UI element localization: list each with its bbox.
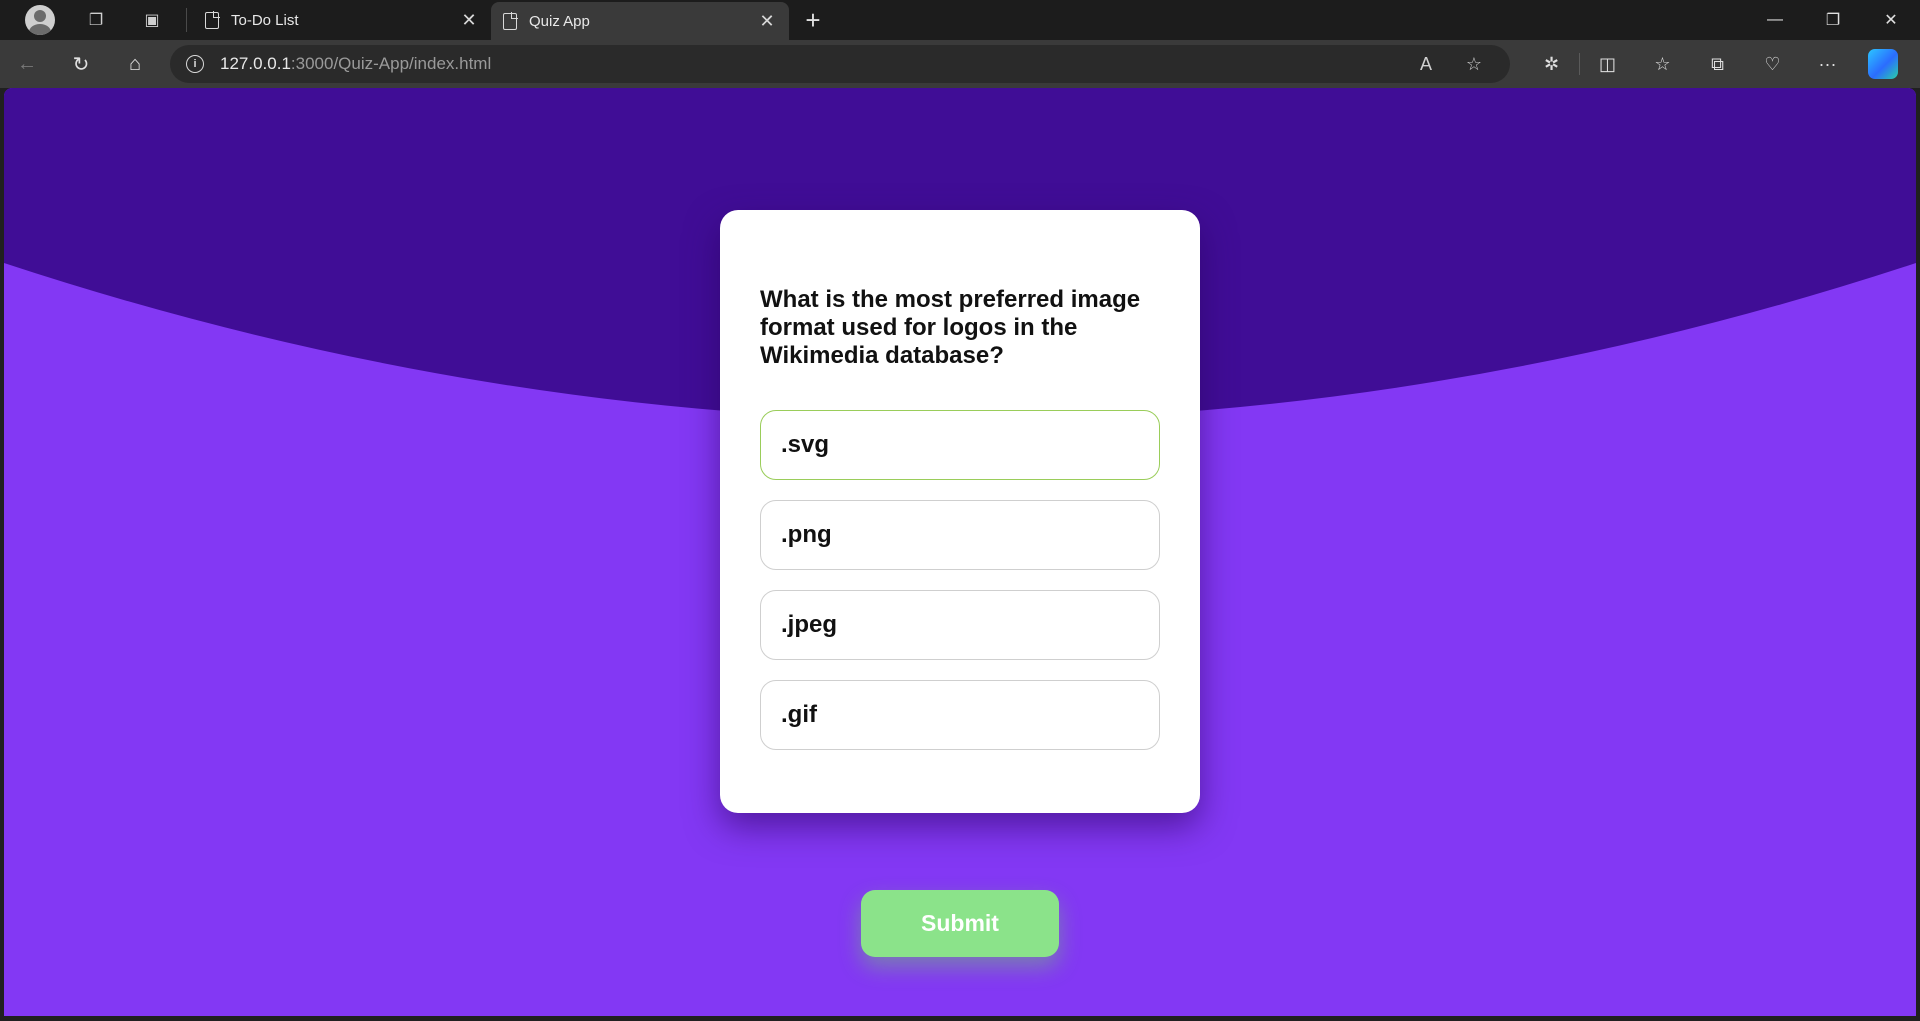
home-icon[interactable]: ⌂ (108, 44, 162, 84)
read-aloud-icon[interactable]: A (1406, 54, 1446, 75)
browser-toolbar: ← ↻ ⌂ i 127.0.0.1:3000/Quiz-App/index.ht… (0, 40, 1920, 88)
answer-option[interactable]: .gif (760, 680, 1160, 750)
close-tab-icon[interactable]: ✕ (757, 11, 777, 32)
tab-todo-list[interactable]: To-Do List ✕ (193, 2, 491, 38)
tab-title: Quiz App (529, 12, 590, 30)
browser-essentials-icon[interactable]: ♡ (1745, 44, 1800, 84)
answer-list: .svg .png .jpeg .gif (760, 410, 1160, 750)
profile-icon[interactable] (12, 0, 68, 40)
workspaces-icon[interactable]: ❐ (68, 0, 124, 40)
quiz-card: What is the most preferred image format … (720, 210, 1200, 813)
extensions-icon[interactable]: ✲ (1524, 44, 1579, 84)
minimize-icon[interactable]: — (1746, 0, 1804, 40)
refresh-icon[interactable]: ↻ (54, 44, 108, 84)
copilot-icon[interactable] (1855, 44, 1910, 84)
submit-button[interactable]: Submit (861, 890, 1059, 957)
tab-title: To-Do List (231, 11, 299, 29)
close-window-icon[interactable]: ✕ (1862, 0, 1920, 40)
back-icon[interactable]: ← (0, 44, 54, 84)
collections-icon[interactable]: ⧉ (1690, 44, 1745, 84)
divider (186, 8, 187, 32)
site-info-icon[interactable]: i (186, 55, 204, 73)
page-icon (205, 10, 220, 29)
answer-option[interactable]: .jpeg (760, 590, 1160, 660)
close-tab-icon[interactable]: ✕ (459, 10, 479, 31)
browser-title-bar: ❐ ▣ To-Do List ✕ Quiz App ✕ + — ❐ ✕ (0, 0, 1920, 40)
answer-option[interactable]: .svg (760, 410, 1160, 480)
answer-option[interactable]: .png (760, 500, 1160, 570)
more-icon[interactable]: ··· (1800, 44, 1855, 84)
new-tab-button[interactable]: + (789, 0, 837, 40)
question-text: What is the most preferred image format … (760, 286, 1141, 369)
page-icon (503, 11, 518, 30)
restore-icon[interactable]: ❐ (1804, 0, 1862, 40)
favorites-icon[interactable]: ☆ (1635, 44, 1690, 84)
address-bar[interactable]: i 127.0.0.1:3000/Quiz-App/index.html A ☆ (170, 45, 1510, 83)
page-viewport: What is the most preferred image format … (4, 88, 1916, 1016)
tab-actions-icon[interactable]: ▣ (124, 0, 180, 40)
favorite-star-icon[interactable]: ☆ (1454, 54, 1494, 75)
tab-quiz-app[interactable]: Quiz App ✕ (491, 2, 789, 40)
split-screen-icon[interactable]: ◫ (1580, 44, 1635, 84)
url-text[interactable]: 127.0.0.1:3000/Quiz-App/index.html (220, 54, 1390, 74)
